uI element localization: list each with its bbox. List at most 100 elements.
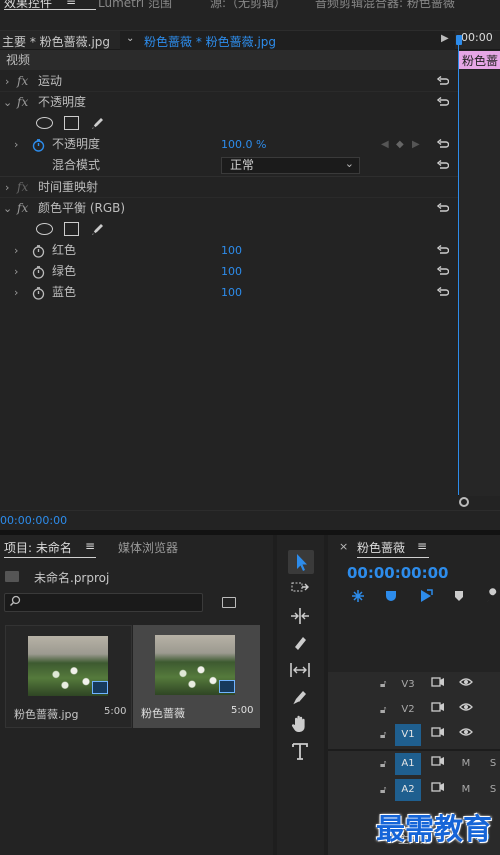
reset-icon[interactable] bbox=[437, 97, 449, 107]
mute-button[interactable]: M bbox=[455, 753, 477, 775]
prev-keyframe-icon[interactable]: ◀ bbox=[381, 134, 389, 155]
tab-lumetri[interactable]: Lumetri 范围 bbox=[98, 0, 172, 10]
pen-tool[interactable] bbox=[287, 686, 313, 708]
fx-icon[interactable]: fx bbox=[17, 177, 28, 198]
tab-audio-mixer[interactable]: 音频剪辑混合器: 粉色蔷薇 bbox=[315, 0, 455, 10]
rectangle-mask-icon[interactable] bbox=[64, 116, 79, 130]
type-tool[interactable] bbox=[287, 740, 313, 762]
sync-lock-icon[interactable] bbox=[427, 699, 449, 721]
snap-icon[interactable] bbox=[350, 588, 366, 607]
section-video: 视频 bbox=[0, 50, 458, 70]
track-label-a2[interactable]: A2 bbox=[395, 779, 421, 801]
track-label-v1[interactable]: V1 bbox=[395, 724, 421, 746]
close-icon[interactable]: × bbox=[339, 540, 348, 553]
tab-source[interactable]: 源:（无剪辑） bbox=[210, 0, 286, 10]
selection-tool[interactable] bbox=[288, 550, 314, 574]
add-marker-icon[interactable] bbox=[418, 588, 434, 607]
solo-button[interactable]: S bbox=[482, 779, 500, 801]
blend-mode-row: 混合模式 正常 ⌄ bbox=[0, 155, 458, 176]
sync-lock-icon[interactable] bbox=[427, 674, 449, 696]
rectangle-mask-icon[interactable] bbox=[64, 222, 79, 236]
effect-controls-footer: 00:00:00:00 bbox=[0, 510, 500, 530]
blend-mode-label: 混合模式 bbox=[52, 158, 101, 172]
effect-motion[interactable]: › fx 运动 bbox=[0, 71, 458, 92]
tab-media-browser[interactable]: 媒体浏览器 bbox=[118, 539, 178, 556]
clip-bar[interactable]: 粉色蔷 bbox=[458, 51, 500, 69]
chevron-right-icon[interactable]: › bbox=[14, 134, 18, 155]
reset-icon[interactable] bbox=[437, 266, 449, 276]
chevron-down-icon[interactable]: ⌄ bbox=[3, 198, 12, 219]
chevron-down-icon[interactable]: ⌄ bbox=[3, 92, 12, 113]
lock-icon[interactable]: 🔓︎ bbox=[380, 705, 386, 716]
timeline-timecode[interactable]: 00:00:00:00 bbox=[347, 564, 449, 582]
chevron-right-icon[interactable]: › bbox=[14, 261, 18, 282]
lock-icon[interactable]: 🔓︎ bbox=[380, 679, 386, 690]
effect-color-balance[interactable]: ⌄ fx 颜色平衡 (RGB) bbox=[0, 198, 458, 219]
project-item[interactable]: 粉色蔷薇 5:00 bbox=[133, 625, 260, 728]
razor-tool[interactable] bbox=[287, 632, 313, 654]
ripple-edit-tool[interactable] bbox=[287, 605, 313, 627]
menu-icon[interactable]: ≡ bbox=[417, 539, 427, 553]
lock-icon[interactable]: 🔓︎ bbox=[380, 785, 386, 796]
add-keyframe-icon[interactable]: ◆ bbox=[396, 134, 404, 155]
lock-icon[interactable]: 🔓︎ bbox=[380, 759, 386, 770]
fx-icon[interactable]: fx bbox=[17, 92, 28, 113]
red-value[interactable]: 100 bbox=[221, 240, 242, 261]
chevron-right-icon[interactable]: › bbox=[5, 177, 9, 198]
opacity-value[interactable]: 100.0 % bbox=[221, 134, 266, 155]
eye-icon[interactable] bbox=[455, 724, 477, 746]
play-only-icon[interactable]: ▶ bbox=[441, 33, 449, 44]
track-label-v2[interactable]: V2 bbox=[397, 699, 419, 721]
track-select-tool[interactable] bbox=[287, 578, 313, 600]
ellipse-mask-icon[interactable] bbox=[36, 223, 53, 235]
ellipse-mask-icon[interactable] bbox=[36, 117, 53, 129]
sync-lock-icon[interactable] bbox=[427, 753, 449, 775]
reset-icon[interactable] bbox=[437, 139, 449, 149]
hand-tool[interactable] bbox=[287, 713, 313, 735]
search-input[interactable] bbox=[4, 593, 203, 612]
project-item[interactable]: 粉色蔷薇.jpg 5:00 bbox=[5, 625, 132, 728]
tab-project[interactable]: 项目: 未命名 bbox=[4, 539, 72, 556]
fx-icon[interactable]: fx bbox=[17, 198, 28, 219]
solo-button[interactable]: S bbox=[482, 753, 500, 775]
fx-icon[interactable]: fx bbox=[17, 71, 28, 92]
clip-selector[interactable]: ⌄ 粉色蔷薇 * 粉色蔷薇.jpg bbox=[120, 31, 455, 50]
time-remap-label: 时间重映射 bbox=[38, 180, 99, 194]
track-label-v3[interactable]: V3 bbox=[397, 674, 419, 696]
wrench-icon[interactable] bbox=[484, 588, 500, 607]
next-keyframe-icon[interactable]: ▶ bbox=[412, 134, 420, 155]
current-time[interactable]: 00:00:00:00 bbox=[0, 514, 67, 527]
slip-tool[interactable] bbox=[287, 659, 313, 681]
eye-icon[interactable] bbox=[455, 699, 477, 721]
reset-icon[interactable] bbox=[437, 245, 449, 255]
blend-mode-select[interactable]: 正常 ⌄ bbox=[221, 157, 360, 174]
playhead-handle[interactable] bbox=[456, 35, 462, 45]
effect-opacity[interactable]: ⌄ fx 不透明度 bbox=[0, 92, 458, 113]
linked-selection-icon[interactable] bbox=[383, 588, 399, 607]
marker-icon[interactable] bbox=[454, 590, 464, 605]
chevron-right-icon[interactable]: › bbox=[14, 282, 18, 303]
sync-lock-icon[interactable] bbox=[427, 724, 449, 746]
zoom-scroll-handle[interactable] bbox=[459, 497, 469, 507]
blue-value[interactable]: 100 bbox=[221, 282, 242, 303]
reset-icon[interactable] bbox=[437, 160, 449, 170]
chevron-right-icon[interactable]: › bbox=[5, 71, 9, 92]
track-label-a1[interactable]: A1 bbox=[395, 753, 421, 775]
mute-button[interactable]: M bbox=[455, 779, 477, 801]
eye-icon[interactable] bbox=[455, 674, 477, 696]
new-search-bin-icon[interactable] bbox=[222, 597, 236, 608]
green-value[interactable]: 100 bbox=[221, 261, 242, 282]
stopwatch-icon[interactable] bbox=[32, 286, 45, 307]
menu-icon[interactable]: ≡ bbox=[85, 539, 95, 553]
reset-icon[interactable] bbox=[437, 76, 449, 86]
reset-icon[interactable] bbox=[437, 203, 449, 213]
lock-icon[interactable]: 🔓︎ bbox=[380, 730, 386, 741]
tab-sequence[interactable]: 粉色蔷薇 bbox=[357, 539, 405, 556]
chevron-right-icon[interactable]: › bbox=[14, 240, 18, 261]
sync-lock-icon[interactable] bbox=[427, 779, 449, 801]
reset-icon[interactable] bbox=[437, 287, 449, 297]
menu-icon[interactable]: ≡ bbox=[66, 0, 76, 8]
source-label[interactable]: 主要 * 粉色蔷薇.jpg bbox=[2, 33, 110, 50]
item-name: 粉色蔷薇 bbox=[141, 707, 185, 720]
effect-time-remap[interactable]: › fx 时间重映射 bbox=[0, 177, 458, 198]
